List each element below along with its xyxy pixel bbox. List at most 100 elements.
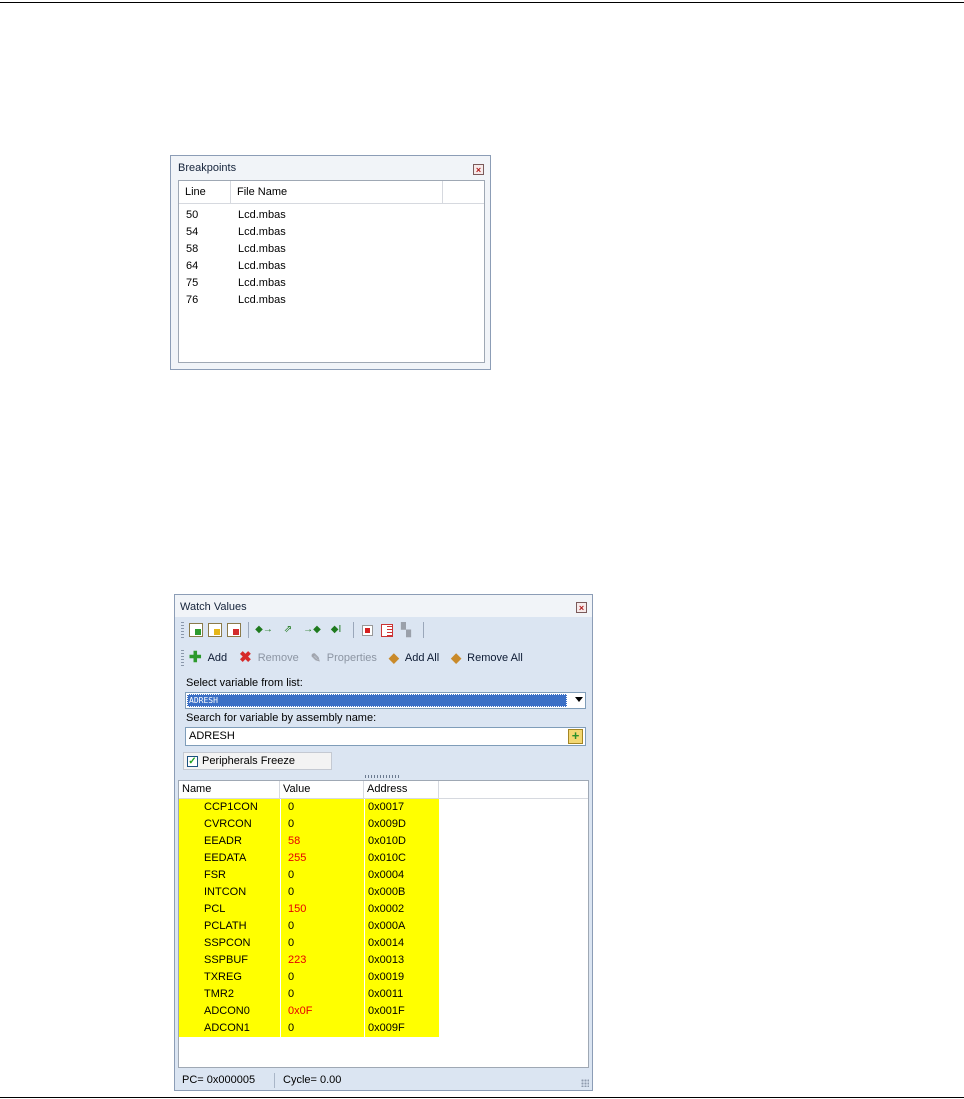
watch-variable-name: ADCON0: [179, 1003, 280, 1020]
watch-row[interactable]: EEADR 58 0x010D: [179, 833, 588, 850]
watch-values-window: Watch Values × ◆→ ⇗ →◆ ◆I ▚ ✚ Add ✖ Remo…: [174, 594, 593, 1091]
breakpoint-line: 64: [186, 260, 199, 272]
list-icon[interactable]: [381, 623, 393, 637]
add-variable-icon[interactable]: +: [568, 729, 583, 744]
breakpoint-row[interactable]: 64 Lcd.mbas: [179, 258, 484, 275]
search-variable-input[interactable]: ADRESH +: [185, 727, 586, 746]
close-icon[interactable]: ×: [576, 602, 587, 613]
watch-toolbar: ✚ Add ✖ Remove ✎ Properties ◆ Add All ◆ …: [177, 646, 535, 670]
add-button[interactable]: ✚ Add: [189, 649, 227, 666]
add-all-button[interactable]: ◆ Add All: [389, 651, 439, 665]
breakpoints-list[interactable]: Line File Name 50 Lcd.mbas 54 Lcd.mbas 58 Lcd…: [178, 180, 485, 363]
column-header-empty[interactable]: [443, 181, 484, 203]
remove-all-icon: ◆: [451, 650, 462, 665]
watch-row[interactable]: CVRCON 0 0x009D: [179, 816, 588, 833]
splitter-handle[interactable]: [365, 775, 401, 778]
add-document-icon[interactable]: [189, 623, 203, 637]
remove-button[interactable]: ✖ Remove: [239, 649, 299, 666]
properties-button[interactable]: ✎ Properties: [311, 651, 377, 665]
watch-row[interactable]: TMR2 0 0x0011: [179, 986, 588, 1003]
breakpoint-line: 58: [186, 243, 199, 255]
watch-variable-address: 0x0013: [364, 952, 439, 969]
watch-variable-value: 0: [280, 867, 364, 884]
x-icon: ✖: [239, 649, 252, 666]
watch-variable-name: TMR2: [179, 986, 280, 1003]
watch-variable-value: 150: [280, 901, 364, 918]
watch-variable-address: 0x0011: [364, 986, 439, 1003]
toolbar-separator: [248, 622, 249, 638]
watch-row[interactable]: CCP1CON 0 0x0017: [179, 799, 588, 816]
watch-row[interactable]: PCLATH 0 0x000A: [179, 918, 588, 935]
watch-row[interactable]: SSPCON 0 0x0014: [179, 935, 588, 952]
chevron-down-icon[interactable]: [575, 697, 583, 702]
watch-variable-value: 0: [280, 935, 364, 952]
step-over-icon[interactable]: ⇗: [279, 624, 297, 636]
remove-all-button-label: Remove All: [467, 652, 523, 664]
watch-row[interactable]: FSR 0 0x0004: [179, 867, 588, 884]
run-to-cursor-icon[interactable]: ◆I: [327, 624, 345, 636]
toolbar-separator: [353, 622, 354, 638]
watch-variable-name: ADCON1: [179, 1020, 280, 1037]
watch-variable-value: 0: [280, 969, 364, 986]
watch-variable-value: 0: [280, 986, 364, 1003]
watch-variable-address: 0x009D: [364, 816, 439, 833]
column-header-line[interactable]: Line: [179, 181, 231, 203]
clear-icon[interactable]: ▚: [401, 623, 415, 637]
column-header-file-name[interactable]: File Name: [231, 181, 443, 203]
breakpoint-row[interactable]: 54 Lcd.mbas: [179, 224, 484, 241]
peripherals-freeze-checkbox[interactable]: ✓ Peripherals Freeze: [183, 752, 332, 770]
watch-variable-address: 0x0014: [364, 935, 439, 952]
close-icon[interactable]: ×: [473, 164, 484, 175]
watch-variable-value: 223: [280, 952, 364, 969]
search-variable-label: Search for variable by assembly name:: [186, 712, 377, 724]
delete-document-icon[interactable]: [227, 623, 241, 637]
edit-document-icon[interactable]: [208, 623, 222, 637]
top-rule: [0, 2, 964, 3]
watch-variable-address: 0x010C: [364, 850, 439, 867]
status-bar: PC= 0x000005 Cycle= 0.00: [175, 1071, 592, 1090]
watch-grid[interactable]: Name Value Address CCP1CON 0 0x0017 CVRCON 0…: [178, 780, 589, 1068]
breakpoint-row[interactable]: 76 Lcd.mbas: [179, 292, 484, 309]
breakpoint-row[interactable]: 50 Lcd.mbas: [179, 207, 484, 224]
column-header-address[interactable]: Address: [364, 781, 439, 798]
toolbar-grip[interactable]: [181, 622, 184, 638]
watch-row[interactable]: ADCON0 0x0F 0x001F: [179, 1003, 588, 1020]
column-header-empty[interactable]: [439, 781, 588, 798]
watch-grid-header: Name Value Address: [179, 781, 588, 799]
watch-variable-value: 58: [280, 833, 364, 850]
variable-select[interactable]: ADRESH: [185, 692, 586, 709]
breakpoint-row[interactable]: 58 Lcd.mbas: [179, 241, 484, 258]
watch-row[interactable]: SSPBUF 223 0x0013: [179, 952, 588, 969]
watch-row[interactable]: INTCON 0 0x000B: [179, 884, 588, 901]
add-all-button-label: Add All: [404, 652, 440, 664]
bottom-rule: [0, 1097, 964, 1098]
step-out-icon[interactable]: →◆: [303, 624, 321, 636]
step-into-icon[interactable]: ◆→: [255, 624, 273, 636]
watch-variable-name: INTCON: [179, 884, 280, 901]
watch-variable-address: 0x000A: [364, 918, 439, 935]
column-header-value[interactable]: Value: [280, 781, 364, 798]
resize-grip-icon[interactable]: [581, 1079, 589, 1087]
plus-icon: ✚: [189, 649, 202, 666]
properties-button-label: Properties: [326, 652, 377, 664]
add-all-icon: ◆: [388, 650, 399, 665]
watch-row[interactable]: PCL 150 0x0002: [179, 901, 588, 918]
watch-variable-address: 0x009F: [364, 1020, 439, 1037]
watch-variable-name: PCL: [179, 901, 280, 918]
column-header-name[interactable]: Name: [179, 781, 280, 798]
watch-row[interactable]: EEDATA 255 0x010C: [179, 850, 588, 867]
remove-all-button[interactable]: ◆ Remove All: [451, 651, 523, 665]
checkbox-icon[interactable]: ✓: [187, 755, 198, 767]
watch-variable-value: 0: [280, 884, 364, 901]
watch-row[interactable]: ADCON1 0 0x009F: [179, 1020, 588, 1037]
watch-variable-name: SSPCON: [179, 935, 280, 952]
status-pc: PC= 0x000005: [175, 1073, 275, 1088]
watch-row[interactable]: TXREG 0 0x0019: [179, 969, 588, 986]
breakpoint-row[interactable]: 75 Lcd.mbas: [179, 275, 484, 292]
breakpoints-header: Line File Name: [179, 181, 484, 204]
toolbar-grip[interactable]: [181, 650, 184, 666]
status-cycle: Cycle= 0.00: [283, 1074, 342, 1086]
stop-icon[interactable]: [362, 624, 373, 636]
watch-variable-address: 0x001F: [364, 1003, 439, 1020]
watch-variable-value: 0: [280, 1020, 364, 1037]
